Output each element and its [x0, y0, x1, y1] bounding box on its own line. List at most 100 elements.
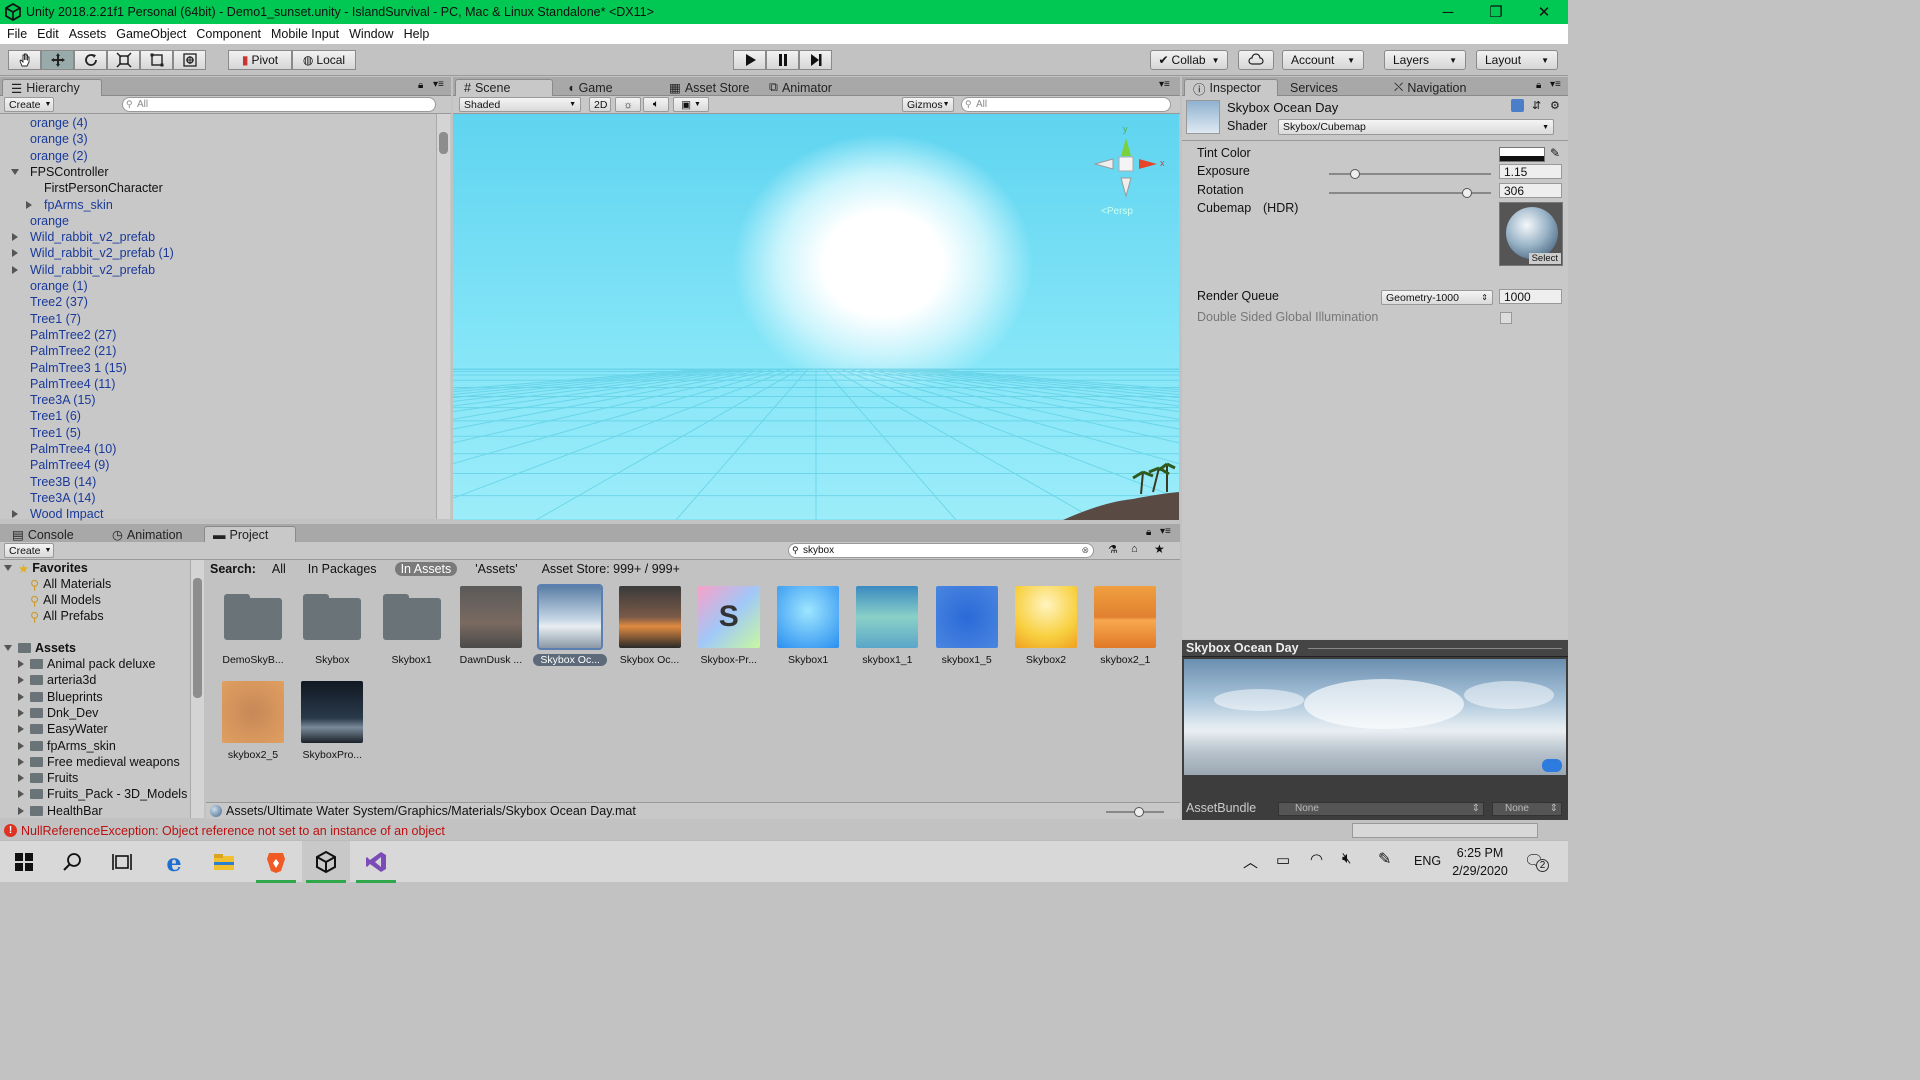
expand-arrow-icon[interactable]: [18, 757, 24, 766]
asset-folder-item[interactable]: Fruits: [18, 770, 78, 786]
orientation-gizmo[interactable]: y x <Persp: [1093, 124, 1173, 217]
hierarchy-item[interactable]: Wood Impact: [8, 506, 103, 522]
hierarchy-scrollbar[interactable]: [436, 114, 450, 519]
toggle-2d-button[interactable]: 2D: [589, 97, 611, 112]
render-queue-field[interactable]: 1000: [1499, 289, 1562, 304]
panel-menu-icon[interactable]: ▾≡: [433, 79, 444, 90]
asset-item[interactable]: Skybox1: [375, 586, 449, 676]
collab-dropdown[interactable]: ✔ Collab ▼: [1150, 50, 1228, 70]
expand-arrow-icon[interactable]: [18, 806, 24, 815]
asset-folder-item[interactable]: Fruits_Pack - 3D_Models: [18, 786, 187, 802]
tab-asset-store[interactable]: ▦ Asset Store: [661, 79, 757, 96]
asset-item[interactable]: skybox2_5: [216, 681, 290, 771]
menu-gameobject[interactable]: GameObject: [111, 27, 191, 41]
preview-sky-image[interactable]: [1184, 659, 1566, 775]
cubemap-slot[interactable]: Select: [1499, 202, 1563, 266]
scope-asset-store[interactable]: Asset Store: 999+ / 999+: [542, 562, 680, 576]
asset-item[interactable]: DemoSkyB...: [216, 586, 290, 676]
asset-item[interactable]: Skybox Oc...: [613, 586, 687, 676]
hierarchy-item[interactable]: PalmTree4 (9): [8, 457, 109, 473]
asset-folder-item[interactable]: Animal pack deluxe: [18, 656, 155, 672]
scale-tool-button[interactable]: [107, 50, 140, 70]
wifi-icon[interactable]: ◠: [1310, 850, 1323, 868]
asset-item[interactable]: Skybox: [295, 586, 369, 676]
preset-icon[interactable]: ⇵: [1532, 99, 1541, 112]
action-center-button[interactable]: 🗨︎ 2: [1524, 851, 1549, 872]
scroll-thumb[interactable]: [193, 578, 202, 698]
hierarchy-item[interactable]: Tree3A (14): [8, 490, 96, 506]
cloud-button[interactable]: [1238, 50, 1274, 70]
hand-tool-button[interactable]: [8, 50, 41, 70]
assets-root[interactable]: Assets: [4, 640, 76, 656]
start-button[interactable]: [0, 841, 48, 883]
hierarchy-item[interactable]: orange (2): [8, 148, 88, 164]
unity-app[interactable]: [302, 841, 350, 883]
tab-animator[interactable]: ⧉ Animator: [761, 79, 840, 96]
expand-arrow-icon[interactable]: [22, 200, 36, 209]
clear-search-icon[interactable]: ⊗: [1081, 545, 1089, 556]
asset-folder-item[interactable]: HealthBar: [18, 803, 103, 819]
brave-app[interactable]: [252, 841, 300, 883]
asset-folder-item[interactable]: Free medieval weapons: [18, 754, 180, 770]
scroll-thumb[interactable]: [439, 132, 448, 154]
scene-search-input[interactable]: ⚲ All: [961, 97, 1171, 112]
file-explorer-app[interactable]: [200, 841, 248, 883]
asset-item[interactable]: skybox1_5: [930, 586, 1004, 676]
rotate-tool-button[interactable]: [74, 50, 107, 70]
menu-assets[interactable]: Assets: [64, 27, 112, 41]
filter-type-icon[interactable]: ⚗: [1108, 543, 1118, 556]
play-button[interactable]: [733, 50, 766, 70]
visual-studio-app[interactable]: [352, 841, 400, 883]
expand-arrow-icon[interactable]: [8, 233, 22, 242]
render-queue-dropdown[interactable]: Geometry-1000 ⇕: [1381, 290, 1493, 305]
hierarchy-item[interactable]: Wild_rabbit_v2_prefab (1): [8, 245, 174, 261]
hierarchy-item[interactable]: orange (1): [8, 278, 88, 294]
expand-arrow-icon[interactable]: [18, 676, 24, 685]
transform-tool-button[interactable]: [173, 50, 206, 70]
volume-muted-icon[interactable]: 🔇︎: [1342, 850, 1351, 867]
project-create-dropdown[interactable]: Create ▼: [4, 543, 54, 558]
asset-item[interactable]: Skybox1: [771, 586, 845, 676]
hierarchy-item[interactable]: Tree1 (6): [8, 408, 81, 424]
exposure-slider[interactable]: [1329, 169, 1491, 179]
expand-arrow-icon[interactable]: [18, 708, 24, 717]
expand-arrow-icon[interactable]: [18, 741, 24, 750]
cubemap-select-button[interactable]: Select: [1528, 253, 1561, 264]
exposure-slider-knob[interactable]: [1349, 169, 1360, 179]
menu-help[interactable]: Help: [399, 27, 435, 41]
expand-arrow-icon[interactable]: [8, 168, 22, 175]
preview-header[interactable]: Skybox Ocean Day: [1182, 640, 1568, 657]
rect-tool-button[interactable]: [140, 50, 173, 70]
menu-mobile-input[interactable]: Mobile Input: [266, 27, 344, 41]
hierarchy-item[interactable]: PalmTree4 (11): [8, 376, 115, 392]
asset-item[interactable]: Skybox Oc...: [533, 584, 608, 676]
hierarchy-item[interactable]: PalmTree3 1 (15): [8, 360, 127, 376]
tab-scene[interactable]: # Scene: [455, 79, 553, 96]
pen-icon[interactable]: ✎: [1378, 849, 1391, 869]
hierarchy-item[interactable]: Tree3B (14): [8, 474, 96, 490]
favorite-all-models[interactable]: ⚲ All Models: [30, 592, 101, 608]
layout-dropdown[interactable]: Layout ▼: [1476, 50, 1558, 70]
move-tool-button[interactable]: [41, 50, 74, 70]
hierarchy-item[interactable]: Tree1 (7): [8, 311, 81, 327]
gear-icon[interactable]: ⚙: [1550, 99, 1560, 112]
effects-dropdown[interactable]: ▣ ▼: [673, 97, 709, 112]
language-indicator[interactable]: ENG: [1414, 854, 1441, 868]
layers-dropdown[interactable]: Layers ▼: [1384, 50, 1466, 70]
panel-menu-icon[interactable]: ▾≡: [1160, 526, 1171, 537]
tab-services[interactable]: Services: [1282, 79, 1346, 96]
asset-folder-item[interactable]: Blueprints: [18, 689, 103, 705]
scope-assets-folder[interactable]: 'Assets': [475, 562, 517, 576]
expand-arrow-icon[interactable]: [8, 249, 22, 258]
tab-game[interactable]: ◖ Game: [559, 79, 621, 96]
show-hidden-icons[interactable]: ︿: [1243, 851, 1258, 872]
asset-folder-item[interactable]: EasyWater: [18, 721, 108, 737]
shading-mode-dropdown[interactable]: Shaded ▼: [459, 97, 581, 112]
tab-navigation[interactable]: ⛌ Navigation: [1386, 79, 1474, 96]
hierarchy-search-input[interactable]: ⚲ All: [122, 97, 436, 112]
label-tag-icon[interactable]: [1542, 759, 1562, 772]
asset-item[interactable]: SkyboxPro...: [295, 681, 369, 771]
hierarchy-item[interactable]: PalmTree2 (21): [8, 343, 116, 359]
search-button[interactable]: [48, 841, 96, 883]
edge-app[interactable]: e: [150, 841, 198, 883]
